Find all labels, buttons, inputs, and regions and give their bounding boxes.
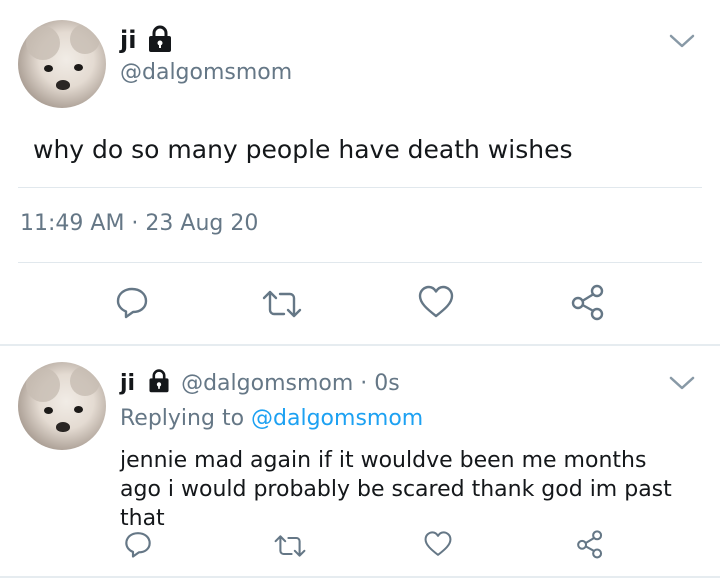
tweet-text: jennie mad again if it wouldve been me m… — [120, 448, 672, 531]
handle[interactable]: @dalgomsmom — [120, 60, 292, 85]
share-button[interactable] — [566, 282, 610, 322]
chevron-down-icon[interactable] — [668, 32, 696, 50]
like-button[interactable] — [414, 282, 458, 322]
timestamp[interactable]: 11:49 AM · 23 Aug 20 — [20, 211, 258, 236]
like-icon — [424, 531, 452, 556]
retweet-icon — [262, 290, 302, 318]
reply-button[interactable] — [110, 282, 154, 322]
like-button[interactable] — [418, 526, 458, 562]
share-icon — [577, 530, 603, 559]
display-name[interactable]: ji — [120, 371, 135, 396]
divider — [18, 262, 702, 263]
retweet-icon — [274, 535, 306, 557]
lock-icon — [149, 25, 171, 52]
tweet-age[interactable]: 0s — [374, 371, 399, 396]
main-tweet: ji @dalgomsmom why do so many people hav… — [0, 0, 720, 344]
separator: · — [360, 371, 368, 396]
reply-icon — [116, 287, 148, 319]
reply-meta: ji @dalgomsmom · 0s — [120, 368, 400, 396]
bottom-divider — [0, 576, 720, 578]
retweet-button[interactable] — [260, 284, 304, 324]
reply-tweet[interactable]: ji @dalgomsmom · 0s Replying to @dalgoms… — [0, 346, 720, 580]
tweet-text: why do so many people have death wishes — [33, 135, 573, 164]
replying-to: Replying to @dalgomsmom — [120, 406, 423, 431]
display-name[interactable]: ji — [120, 26, 136, 54]
mention-link[interactable]: @dalgomsmom — [251, 406, 423, 431]
lock-icon — [149, 369, 169, 393]
share-icon — [571, 284, 604, 321]
retweet-button[interactable] — [270, 528, 310, 564]
chevron-down-icon[interactable] — [668, 374, 696, 392]
avatar[interactable] — [18, 362, 106, 450]
replying-prefix: Replying to — [120, 406, 245, 431]
like-icon — [418, 285, 454, 318]
share-button[interactable] — [570, 526, 610, 562]
divider — [18, 187, 702, 188]
avatar[interactable] — [18, 20, 106, 108]
handle[interactable]: @dalgomsmom — [181, 371, 353, 396]
reply-icon — [125, 532, 151, 558]
reply-button[interactable] — [118, 526, 158, 562]
